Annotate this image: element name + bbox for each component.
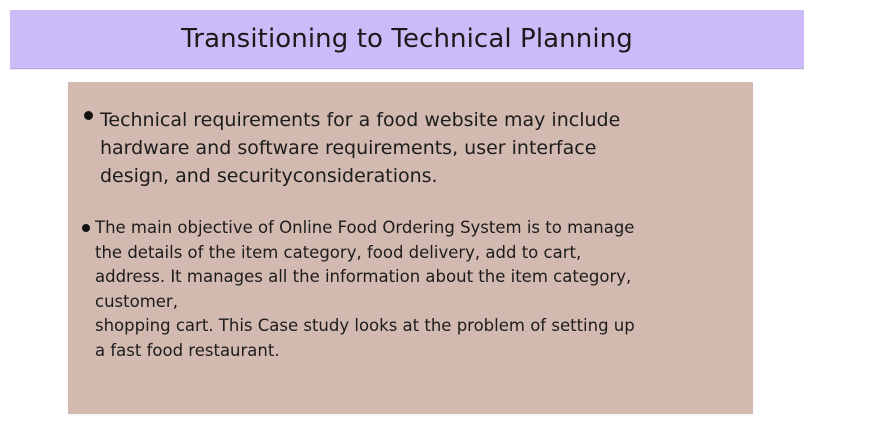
title-banner: Transitioning to Technical Planning bbox=[10, 10, 804, 69]
bullet-text: The main objective of Online Food Orderi… bbox=[95, 218, 635, 360]
content-box: Technical requirements for a food websit… bbox=[68, 82, 753, 414]
bullet-dot-icon bbox=[82, 224, 90, 232]
bullet-item-main-objective: The main objective of Online Food Orderi… bbox=[82, 216, 735, 363]
bullet-item-technical-requirements: Technical requirements for a food websit… bbox=[84, 106, 720, 190]
bullet-dot-icon bbox=[84, 111, 93, 120]
bullet-text: Technical requirements for a food websit… bbox=[100, 109, 621, 187]
slide-title: Transitioning to Technical Planning bbox=[181, 24, 633, 54]
